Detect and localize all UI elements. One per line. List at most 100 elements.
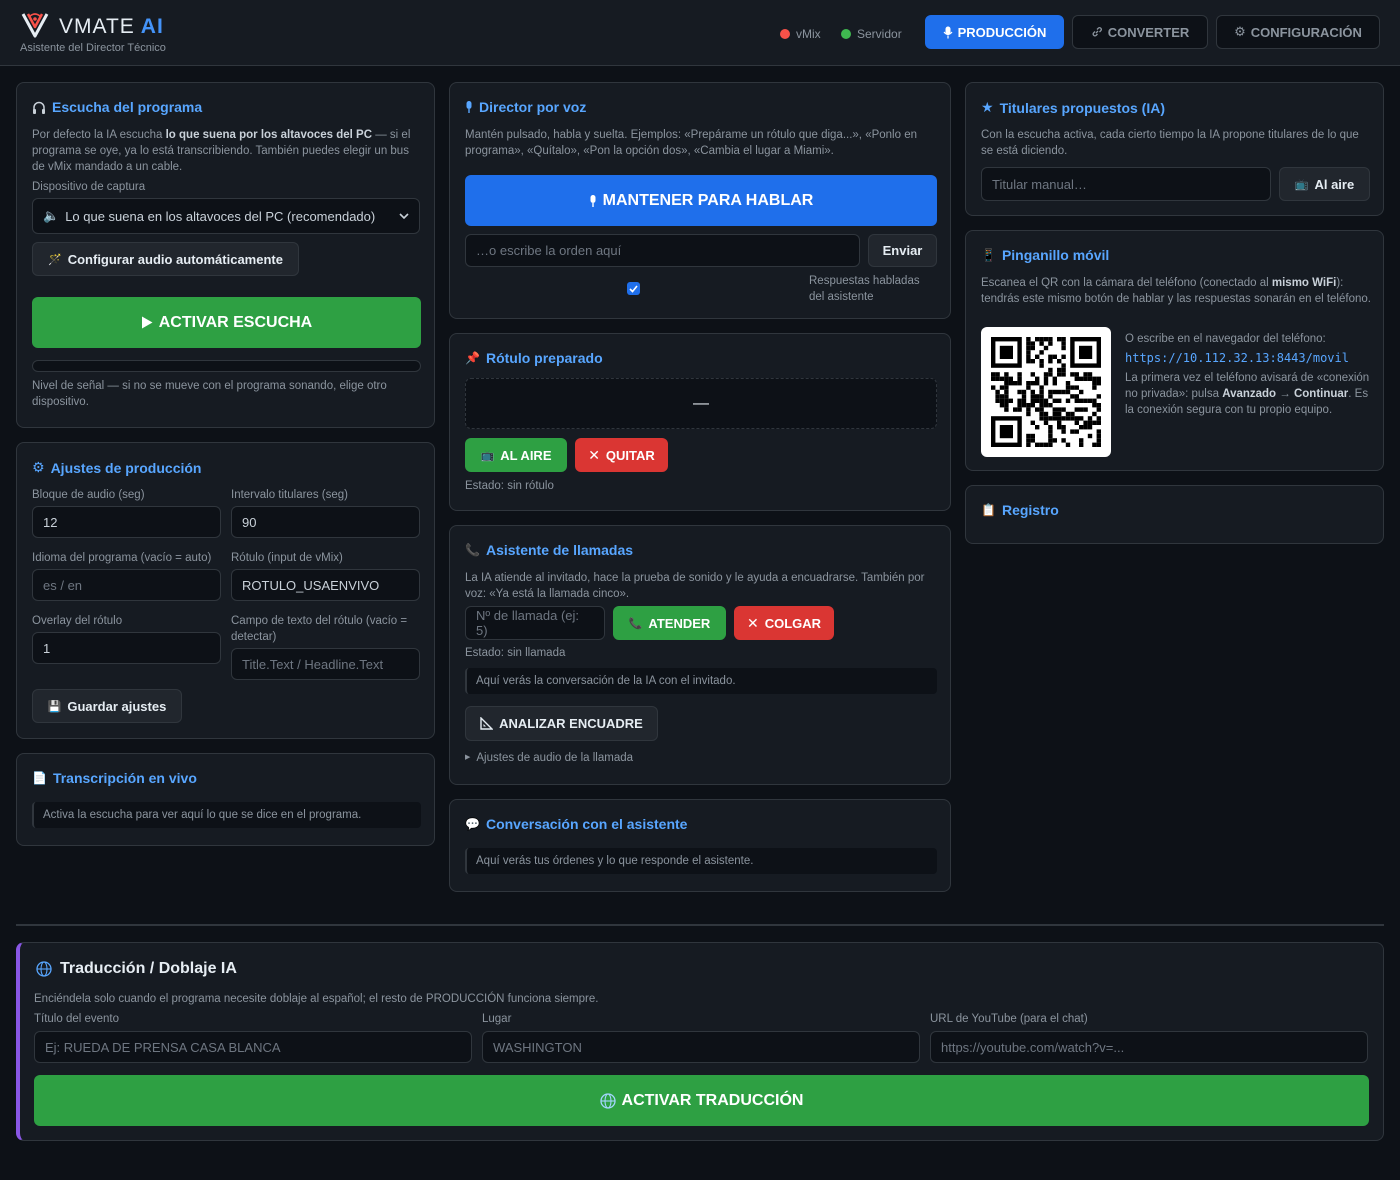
qr-code bbox=[981, 327, 1111, 457]
capture-device-value: Lo que suena en los altavoces del PC (re… bbox=[65, 208, 376, 224]
escucha-title: Escucha del programa bbox=[32, 99, 202, 115]
transcripcion-title-text: Transcripción en vivo bbox=[52, 770, 197, 786]
configure-audio-label: Configurar audio automáticamente bbox=[67, 251, 283, 267]
director-description: Mantén pulsado, habla y suelta. Ejemplos… bbox=[465, 129, 917, 157]
language-input[interactable]: es / en bbox=[32, 569, 221, 601]
push-to-talk-button[interactable]: MANTENER PARA HABLAR bbox=[465, 175, 937, 226]
call-audio-settings-toggle[interactable]: ▶ Ajustes de audio de la llamada bbox=[465, 750, 633, 766]
audio-block-label: Bloque de audio (seg) bbox=[32, 489, 145, 501]
headline-on-air-label: Al aire bbox=[1314, 176, 1355, 192]
gear-icon: ⚙ bbox=[32, 459, 45, 475]
titulares-description: Con la escucha activa, cada cierto tiemp… bbox=[981, 129, 1359, 157]
send-button[interactable]: Enviar bbox=[868, 234, 937, 267]
conversacion-title-text: Conversación con el asistente bbox=[485, 816, 688, 832]
event-title-label: Título del evento bbox=[34, 1013, 120, 1025]
traduccion-description: Enciéndela solo cuando el programa neces… bbox=[34, 993, 599, 1005]
traduccion-card: Traducción / Doblaje IA Enciéndela solo … bbox=[16, 942, 1384, 1141]
note-bold-avanzado: Avanzado bbox=[1222, 388, 1277, 400]
tab-converter[interactable]: CONVERTER bbox=[1072, 15, 1208, 49]
ruler-triangle-icon bbox=[480, 717, 494, 730]
manual-headline-input[interactable]: Titular manual… bbox=[981, 167, 1271, 201]
floppy-disk-icon: 💾 bbox=[47, 700, 62, 713]
hangup-call-button[interactable]: ✕ COLGAR bbox=[734, 606, 834, 640]
headphones-icon bbox=[33, 101, 45, 114]
chevron-down-icon bbox=[399, 213, 409, 219]
document-icon: 📄 bbox=[32, 771, 47, 785]
spoken-responses-label: Respuestas habladas del asistente bbox=[809, 275, 920, 303]
overlay-label: Overlay del rótulo bbox=[32, 615, 123, 627]
brand-ai: AI bbox=[140, 15, 164, 38]
pinganillo-desc-part1: Escanea el QR con la cámara del teléfono… bbox=[981, 277, 1272, 289]
youtube-url-input[interactable]: https://youtube.com/watch?v=... bbox=[930, 1031, 1368, 1063]
mobile-url-link[interactable]: https://10.112.32.13:8443/movil bbox=[1125, 350, 1349, 366]
activate-listening-button[interactable]: ACTIVAR ESCUCHA bbox=[32, 297, 421, 348]
call-audio-settings-label: Ajustes de audio de la llamada bbox=[476, 752, 634, 764]
conversacion-card: 💬 Conversación con el asistente Aquí ver… bbox=[449, 799, 951, 892]
rotulo-title: 📌 Rótulo preparado bbox=[465, 350, 603, 366]
director-title: Director por voz bbox=[465, 99, 586, 115]
tab-configuracion[interactable]: ⚙ CONFIGURACIÓN bbox=[1216, 15, 1380, 49]
globe-icon bbox=[36, 961, 52, 977]
tv-icon: 📺 bbox=[1294, 178, 1309, 191]
rotulo-remove-button[interactable]: ✕ QUITAR bbox=[575, 438, 668, 472]
call-status: Estado: sin llamada bbox=[465, 647, 566, 659]
rotulo-title-text: Rótulo preparado bbox=[485, 350, 603, 366]
director-card: Director por voz Mantén pulsado, habla y… bbox=[449, 82, 951, 319]
call-number-input[interactable]: Nº de llamada (ej: 5) bbox=[465, 606, 605, 640]
command-input[interactable]: …o escribe la orden aquí bbox=[465, 234, 860, 267]
caret-right-icon: ▶ bbox=[465, 754, 471, 761]
phone-icon: 📞 bbox=[628, 617, 643, 630]
assistant-conversation-log: Aquí verás tus órdenes y lo que responde… bbox=[465, 848, 937, 874]
interval-input[interactable]: 90 bbox=[231, 506, 420, 538]
ajustes-card: ⚙ Ajustes de producción Bloque de audio … bbox=[16, 442, 435, 739]
analyze-framing-button[interactable]: ANALIZAR ENCUADRE bbox=[465, 706, 658, 741]
status-server: Servidor bbox=[841, 27, 902, 41]
tab-converter-label: CONVERTER bbox=[1107, 24, 1190, 40]
signal-level-meter bbox=[32, 360, 421, 372]
overlay-input[interactable]: 1 bbox=[32, 632, 221, 664]
traduccion-title: Traducción / Doblaje IA bbox=[36, 960, 237, 978]
qr-code-icon bbox=[991, 337, 1101, 447]
text-field-input[interactable]: Title.Text / Headline.Text bbox=[231, 648, 420, 680]
rotulo-remove-label: QUITAR bbox=[605, 447, 655, 463]
ajustes-title: ⚙ Ajustes de producción bbox=[32, 459, 201, 476]
pinganillo-desc-bold: mismo WiFi bbox=[1271, 277, 1337, 289]
note-part2: → bbox=[1276, 388, 1294, 400]
rotulo-preview: — bbox=[465, 378, 937, 429]
tab-produccion[interactable]: PRODUCCIÓN bbox=[925, 15, 1064, 49]
rotulo-input-label: Rótulo (input de vMix) bbox=[231, 552, 343, 564]
tab-configuracion-label: CONFIGURACIÓN bbox=[1250, 24, 1362, 40]
event-title-input[interactable]: Ej: RUEDA DE PRENSA CASA BLANCA bbox=[34, 1031, 472, 1063]
pinganillo-note: La primera vez el teléfono avisará de «c… bbox=[1125, 370, 1371, 418]
speaker-icon: 🔈 bbox=[43, 208, 60, 223]
hangup-call-label: COLGAR bbox=[764, 615, 822, 631]
audio-block-input[interactable]: 12 bbox=[32, 506, 221, 538]
capture-device-select[interactable]: 🔈 Lo que suena en los altavoces del PC (… bbox=[32, 198, 420, 234]
llamadas-card: 📞 Asistente de llamadas La IA atiende al… bbox=[449, 525, 951, 785]
answer-call-label: ATENDER bbox=[648, 615, 711, 631]
configure-audio-button[interactable]: 🪄 Configurar audio automáticamente bbox=[32, 242, 299, 276]
analyze-framing-label: ANALIZAR ENCUADRE bbox=[499, 716, 643, 731]
answer-call-button[interactable]: 📞 ATENDER bbox=[613, 606, 726, 640]
top-bar: VMATE AI Asistente del Director Técnico v… bbox=[0, 0, 1400, 66]
place-input[interactable]: WASHINGTON bbox=[482, 1031, 920, 1063]
rotulo-on-air-button[interactable]: 📺 AL AIRE bbox=[465, 438, 567, 472]
save-settings-button[interactable]: 💾 Guardar ajustes bbox=[32, 689, 182, 723]
headline-on-air-button[interactable]: 📺 Al aire bbox=[1279, 167, 1370, 201]
gear-icon: ⚙ bbox=[1234, 24, 1246, 39]
conversacion-title: 💬 Conversación con el asistente bbox=[465, 816, 687, 832]
activate-translation-button[interactable]: ACTIVAR TRADUCCIÓN bbox=[34, 1075, 1369, 1126]
star-icon: ★ bbox=[981, 99, 994, 115]
brand-name: VMATE bbox=[59, 15, 135, 38]
llamadas-title-text: Asistente de llamadas bbox=[485, 542, 634, 558]
call-conversation-log: Aquí verás la conversación de la IA con … bbox=[465, 668, 937, 694]
brand-title: VMATE AI bbox=[59, 15, 164, 39]
status-server-label: Servidor bbox=[857, 27, 902, 41]
play-icon bbox=[141, 316, 153, 329]
checkmark-icon bbox=[629, 284, 638, 293]
note-bold-continuar: Continuar bbox=[1293, 388, 1349, 400]
rotulo-on-air-label: AL AIRE bbox=[500, 447, 552, 463]
phone-icon: 📞 bbox=[465, 543, 480, 557]
rotulo-input-field[interactable]: ROTULO_USAENVIVO bbox=[231, 569, 420, 601]
spoken-responses-checkbox[interactable] bbox=[627, 282, 640, 295]
